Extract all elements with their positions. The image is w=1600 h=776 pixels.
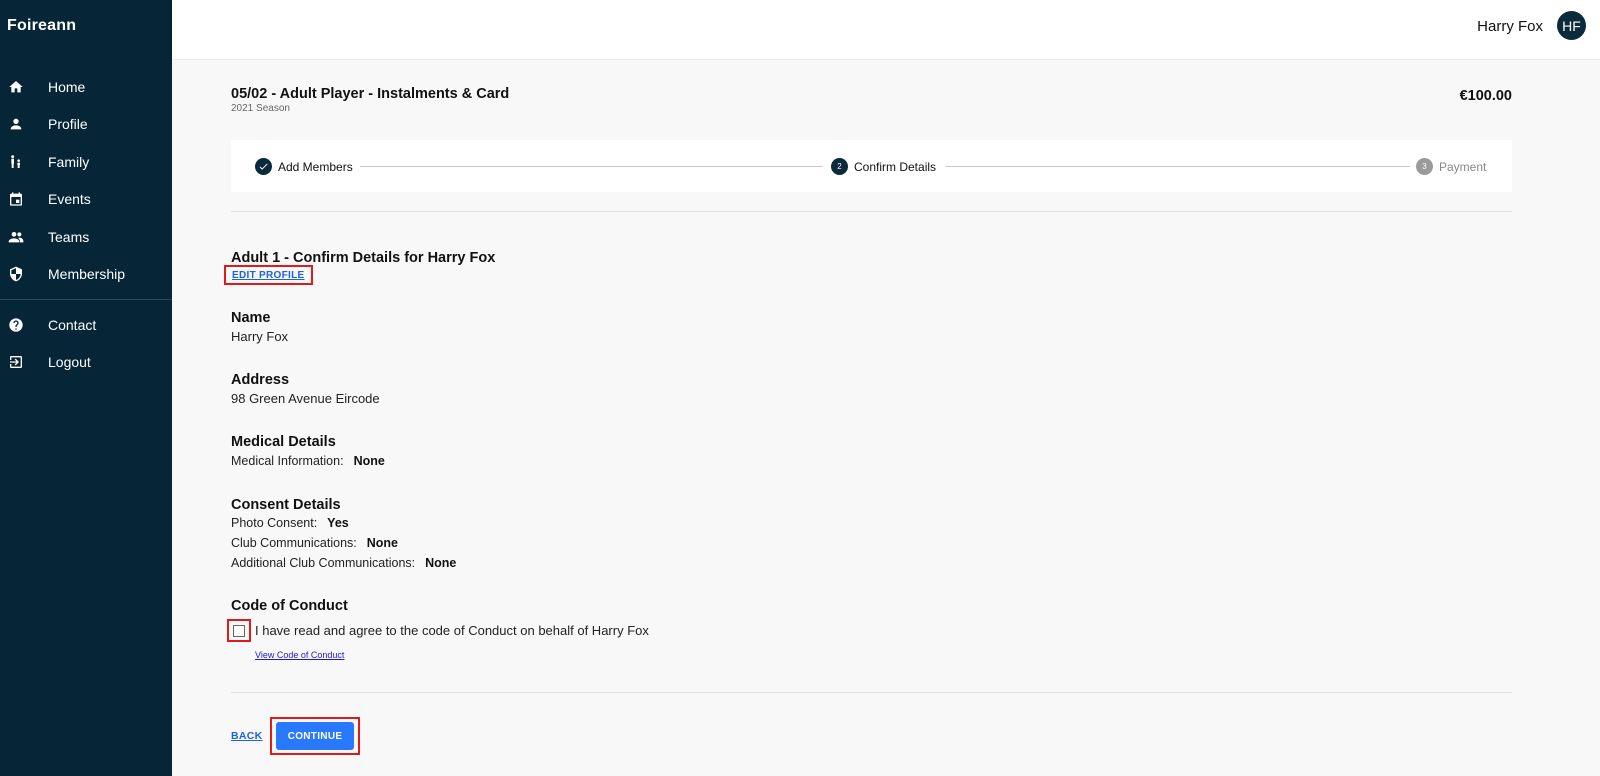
club-comms-value: None xyxy=(366,536,398,550)
sidebar-item-label: Events xyxy=(48,191,91,208)
step-number: 2 xyxy=(831,158,848,175)
sidebar-item-logout[interactable]: Logout xyxy=(0,344,172,382)
help-icon xyxy=(8,317,24,333)
sidebar-item-label: Profile xyxy=(48,116,88,133)
conduct-checkbox[interactable] xyxy=(227,619,251,642)
calendar-icon xyxy=(8,191,24,207)
continue-button[interactable]: CONTINUE xyxy=(276,722,354,750)
check-icon xyxy=(255,158,272,175)
checkbox-box[interactable] xyxy=(233,624,245,637)
sidebar-item-label: Logout xyxy=(48,354,91,371)
step-connector xyxy=(360,166,823,167)
product-title: 05/02 - Adult Player - Instalments & Car… xyxy=(231,86,510,102)
conduct-checkbox-label[interactable]: I have read and agree to the code of Con… xyxy=(255,623,649,638)
sidebar-item-home[interactable]: Home xyxy=(0,68,172,106)
confirm-heading: Adult 1 - Confirm Details for Harry Fox xyxy=(231,250,496,266)
edit-profile-link[interactable]: EDIT PROFILE xyxy=(224,265,313,285)
step-confirm-details[interactable]: 2 Confirm Details xyxy=(831,158,936,175)
top-bar: Harry Fox HF xyxy=(172,0,1600,60)
sidebar-divider xyxy=(0,299,172,300)
continue-highlight: CONTINUE xyxy=(270,717,360,755)
sidebar-item-events[interactable]: Events xyxy=(0,181,172,219)
additional-comms-row: Additional Club Communications: None xyxy=(231,556,456,570)
medical-info-row: Medical Information: None xyxy=(231,454,385,468)
name-title: Name xyxy=(231,310,271,326)
additional-comms-label: Additional Club Communications: xyxy=(231,556,416,570)
sidebar-item-label: Family xyxy=(48,153,90,170)
medical-info-value: None xyxy=(353,454,385,468)
avatar[interactable]: HF xyxy=(1557,11,1586,40)
additional-comms-value: None xyxy=(425,556,457,570)
sidebar-nav: Home Profile Family Events Teams Members… xyxy=(0,68,172,381)
step-add-members[interactable]: Add Members xyxy=(255,158,353,175)
club-comms-label: Club Communications: xyxy=(231,536,357,550)
photo-consent-label: Photo Consent: xyxy=(231,516,318,530)
shield-icon xyxy=(8,266,24,282)
view-code-of-conduct-link[interactable]: View Code of Conduct xyxy=(255,650,344,660)
photo-consent-value: Yes xyxy=(327,516,349,530)
sidebar-item-membership[interactable]: Membership xyxy=(0,256,172,294)
person-icon xyxy=(8,116,24,132)
sidebar-item-family[interactable]: Family xyxy=(0,143,172,181)
address-value: 98 Green Avenue Eircode xyxy=(231,391,380,406)
sidebar-item-label: Teams xyxy=(48,228,90,245)
step-connector xyxy=(945,166,1410,167)
photo-consent-row: Photo Consent: Yes xyxy=(231,516,349,530)
step-label: Confirm Details xyxy=(854,159,937,174)
user-name[interactable]: Harry Fox xyxy=(1477,18,1543,35)
medical-title: Medical Details xyxy=(231,434,336,450)
conduct-title: Code of Conduct xyxy=(231,598,348,614)
product-season: 2021 Season xyxy=(231,103,290,114)
sidebar-item-profile[interactable]: Profile xyxy=(0,106,172,144)
divider xyxy=(231,692,1512,693)
step-label: Payment xyxy=(1439,159,1487,174)
sidebar-item-label: Membership xyxy=(48,266,126,283)
club-comms-row: Club Communications: None xyxy=(231,536,398,550)
medical-info-label: Medical Information: xyxy=(231,454,344,468)
step-label: Add Members xyxy=(278,159,353,174)
logout-icon xyxy=(8,354,24,370)
home-icon xyxy=(8,79,24,95)
sidebar-item-label: Contact xyxy=(48,316,97,333)
stepper: Add Members 2 Confirm Details 3 Payment xyxy=(231,140,1512,192)
product-price: €100.00 xyxy=(1459,88,1512,104)
step-number: 3 xyxy=(1416,158,1433,175)
group-icon xyxy=(8,229,24,245)
step-payment[interactable]: 3 Payment xyxy=(1416,158,1486,175)
name-value: Harry Fox xyxy=(231,329,289,344)
sidebar-item-label: Home xyxy=(48,78,86,95)
sidebar-item-teams[interactable]: Teams xyxy=(0,218,172,256)
sidebar-item-contact[interactable]: Contact xyxy=(0,306,172,344)
divider xyxy=(231,211,1512,212)
back-link[interactable]: BACK xyxy=(231,730,263,742)
brand-logo[interactable]: Foireann xyxy=(7,17,76,35)
sidebar: Foireann Home Profile Family Events Team… xyxy=(0,0,172,776)
consent-title: Consent Details xyxy=(231,497,341,513)
family-icon xyxy=(8,154,24,170)
address-title: Address xyxy=(231,372,290,388)
